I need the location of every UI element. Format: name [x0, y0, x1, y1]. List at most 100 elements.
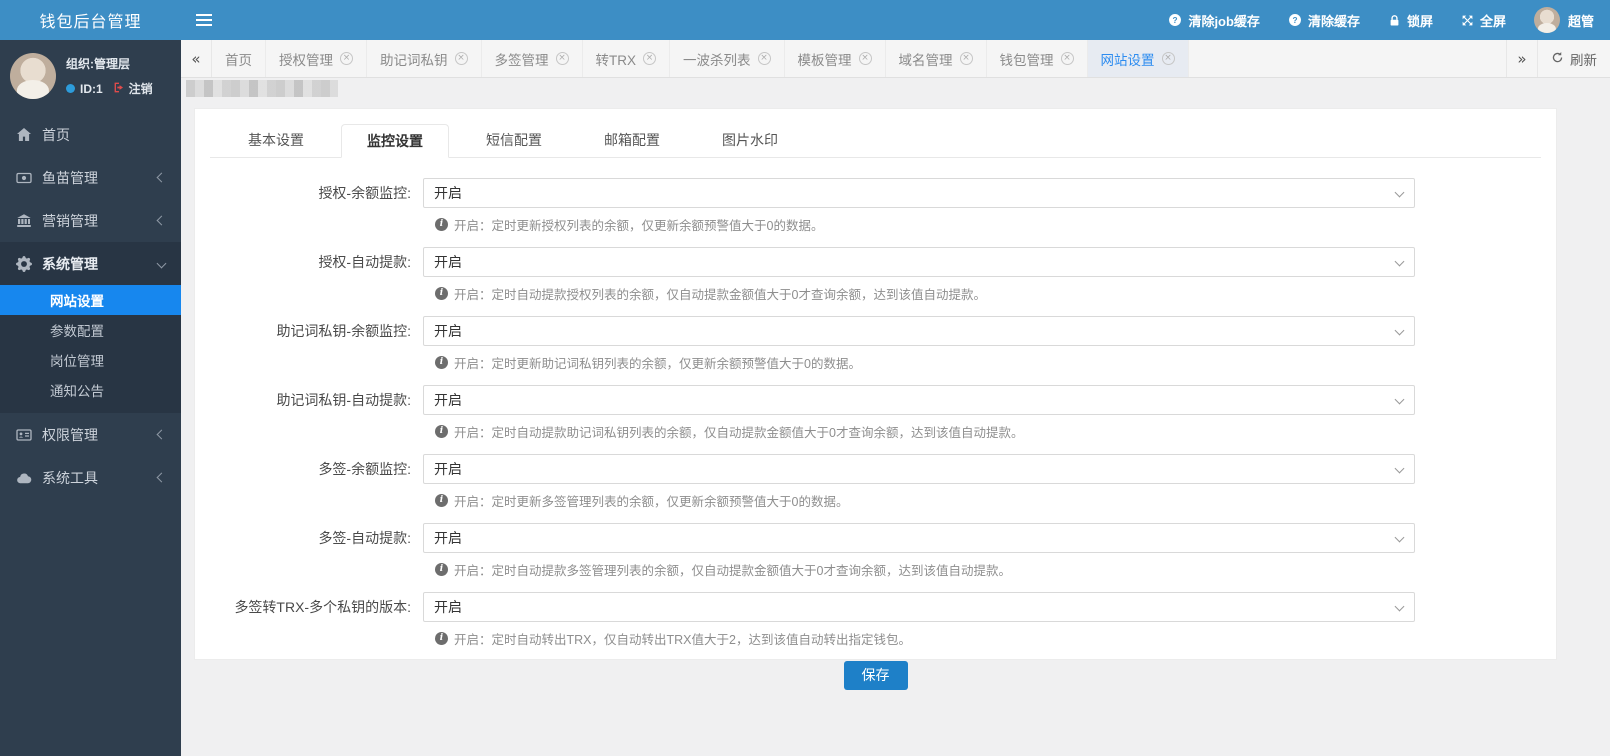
clear-job-cache-label: 清除job缓存 [1188, 13, 1260, 29]
chevron-left-icon [156, 429, 167, 440]
auth-balance-monitor-select[interactable]: 开启 [423, 178, 1415, 208]
close-icon[interactable]: × [1161, 52, 1175, 65]
close-icon[interactable]: × [454, 52, 468, 65]
page-tab-wallet[interactable]: 钱包管理 × [987, 40, 1088, 77]
fullscreen-button[interactable]: 全屏 [1461, 11, 1506, 30]
field-hint: 开启：定时自动转出TRX，仅自动转出TRX值大于2，达到该值自动转出指定钱包。 [454, 633, 911, 647]
field-hint: 开启：定时自动提款授权列表的余额，仅自动提款金额值大于0才查询余额，达到该值自动… [454, 288, 986, 302]
page-tab-label: 多签管理 [494, 52, 549, 68]
page-tab-multisig[interactable]: 多签管理 × [482, 40, 583, 77]
sidebar-item-fry-management[interactable]: 鱼苗管理 [0, 156, 181, 199]
lock-screen-button[interactable]: 锁屏 [1388, 11, 1433, 30]
sidebar-item-notice[interactable]: 通知公告 [0, 375, 181, 405]
info-icon [435, 425, 448, 438]
topbar: 钱包后台管理 ? 清除job缓存 ? 清除缓存 锁屏 全屏 超管 [0, 0, 1610, 40]
logout-button[interactable]: 注销 [112, 80, 153, 97]
sidebar-item-system-tools[interactable]: 系统工具 [0, 456, 181, 499]
sidebar-item-home[interactable]: 首页 [0, 113, 181, 156]
chevron-down-icon [1394, 325, 1405, 336]
sidebar-item-site-settings[interactable]: 网站设置 [0, 285, 181, 315]
bank-icon [16, 212, 33, 229]
question-circle-icon: ? [1288, 13, 1302, 27]
info-icon [435, 632, 448, 645]
sidebar-item-post-management[interactable]: 岗位管理 [0, 345, 181, 375]
field-label: 多签-余额监控: [318, 461, 411, 477]
field-label: 授权-自动提款: [318, 254, 411, 270]
mnemonic-auto-withdraw-select[interactable]: 开启 [423, 385, 1415, 415]
mnemonic-balance-monitor-select[interactable]: 开启 [423, 316, 1415, 346]
svg-text:?: ? [1173, 15, 1178, 25]
fullscreen-label: 全屏 [1479, 13, 1506, 29]
sidebar-item-label: 权限管理 [42, 426, 98, 443]
save-button[interactable]: 保存 [843, 661, 908, 690]
banknote-icon [16, 169, 33, 186]
info-icon [435, 287, 448, 300]
user-menu[interactable]: 超管 [1533, 7, 1594, 33]
close-icon[interactable]: × [555, 52, 569, 65]
clear-cache-button[interactable]: ? 清除缓存 [1288, 11, 1360, 30]
page-tab-site-settings[interactable]: 网站设置 × [1087, 40, 1189, 77]
multisig-auto-withdraw-select[interactable]: 开启 [423, 523, 1415, 553]
field-label: 多签转TRX-多个私钥的版本: [234, 599, 411, 615]
sidebar-item-system-management[interactable]: 系统管理 [0, 242, 181, 285]
page-tab-domain[interactable]: 域名管理 × [886, 40, 987, 77]
page-tab-killlist[interactable]: 一波杀列表 × [670, 40, 785, 77]
field-hint: 开启：定时自动提款助记词私钥列表的余额，仅自动提款金额值大于0才查询余额，达到该… [454, 426, 1024, 440]
page-tab-home[interactable]: 首页 [212, 40, 266, 77]
tab-image-watermark[interactable]: 图片水印 [697, 124, 803, 158]
submenu-item-label: 参数配置 [50, 324, 104, 339]
settings-tabs: 基本设置 监控设置 短信配置 邮箱配置 图片水印 [210, 123, 1541, 158]
clear-job-cache-button[interactable]: ? 清除job缓存 [1168, 11, 1260, 30]
close-icon[interactable]: × [1060, 52, 1074, 65]
chevron-down-icon [1394, 187, 1405, 198]
tab-monitor-settings[interactable]: 监控设置 [341, 124, 449, 158]
close-icon[interactable]: × [340, 52, 353, 65]
chevron-down-icon [1394, 601, 1405, 612]
home-icon [16, 126, 33, 143]
clear-cache-label: 清除缓存 [1307, 13, 1360, 29]
multisig-balance-monitor-select[interactable]: 开启 [423, 454, 1415, 484]
tabs-scroll-left-button[interactable]: « [181, 40, 212, 77]
field-label: 助记词私钥-自动提款: [276, 392, 411, 408]
page-tab-mnemonic[interactable]: 助记词私钥 × [367, 40, 482, 77]
sidebar: 组织:管理层 ID:1 注销 首页 鱼苗管理 营销管理 系统管理 网站设置 参数… [0, 40, 181, 756]
refresh-button[interactable]: 刷新 [1537, 40, 1610, 77]
chevron-left-icon [156, 472, 167, 483]
svg-text:?: ? [1292, 15, 1297, 25]
tab-basic-settings[interactable]: 基本设置 [223, 124, 329, 158]
logout-label: 注销 [128, 82, 153, 96]
sidebar-item-parameter-config[interactable]: 参数配置 [0, 315, 181, 345]
question-circle-icon: ? [1168, 13, 1182, 27]
cloud-icon [16, 469, 33, 486]
idcard-icon [16, 426, 33, 443]
multisig-trx-version-select[interactable]: 开启 [423, 592, 1415, 622]
tab-email-config[interactable]: 邮箱配置 [579, 124, 685, 158]
close-icon[interactable]: × [643, 52, 656, 65]
auth-auto-withdraw-select[interactable]: 开启 [423, 247, 1415, 277]
page-tab-trx[interactable]: 转TRX × [583, 40, 670, 77]
select-value: 开启 [434, 185, 462, 201]
hamburger-icon [196, 14, 212, 26]
tab-sms-config[interactable]: 短信配置 [461, 124, 567, 158]
lock-icon [1388, 14, 1401, 27]
submenu-item-label: 网站设置 [50, 294, 104, 309]
gear-icon [16, 255, 33, 272]
tabs-scroll-right-button[interactable]: » [1506, 40, 1537, 77]
lock-screen-label: 锁屏 [1406, 13, 1433, 29]
page-tab-auth[interactable]: 授权管理 × [266, 40, 367, 77]
form-row: 多签-自动提款: 开启 开启：定时自动提款多签管理列表的余额，仅自动提款金额值大… [210, 523, 1541, 579]
select-value: 开启 [434, 392, 462, 408]
sidebar-item-marketing[interactable]: 营销管理 [0, 199, 181, 242]
refresh-label: 刷新 [1570, 52, 1597, 68]
chevron-down-icon [1394, 394, 1405, 405]
close-icon[interactable]: × [858, 52, 872, 65]
info-icon [435, 563, 448, 576]
page-tab-template[interactable]: 模板管理 × [785, 40, 886, 77]
logout-icon [112, 81, 125, 97]
sidebar-item-permission[interactable]: 权限管理 [0, 413, 181, 456]
close-icon[interactable]: × [757, 52, 771, 65]
hamburger-button[interactable] [181, 0, 227, 40]
sidebar-item-label: 首页 [42, 126, 70, 143]
info-icon [435, 494, 448, 507]
close-icon[interactable]: × [959, 52, 973, 65]
